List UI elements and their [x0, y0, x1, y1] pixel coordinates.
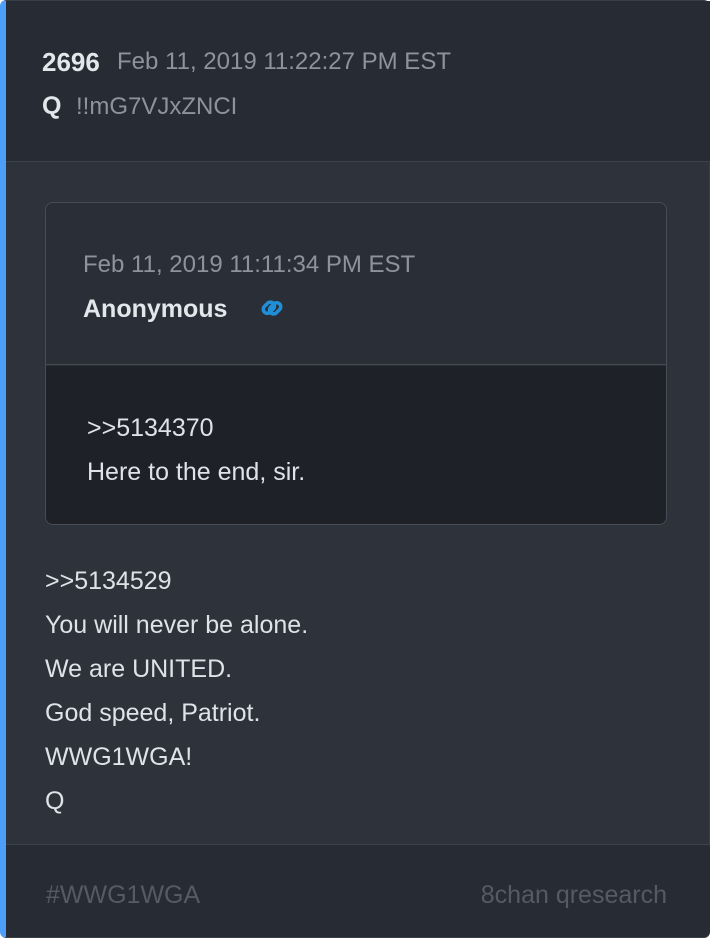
message-signature: Q: [45, 787, 65, 815]
post-number[interactable]: 2696: [42, 47, 100, 78]
message-line: WWG1WGA!: [45, 743, 193, 771]
source-label: 8chan qresearch: [480, 881, 667, 909]
post-timestamp: Feb 11, 2019 11:22:27 PM EST: [117, 48, 451, 75]
quoted-post: Feb 11, 2019 11:11:34 PM EST Anonymous >…: [45, 202, 667, 525]
link-icon[interactable]: [257, 293, 287, 323]
quoted-post-reference[interactable]: >>5134370: [87, 414, 214, 443]
quoted-post-text: Here to the end, sir.: [87, 458, 306, 486]
post-header: 2696 Feb 11, 2019 11:22:27 PM EST Q !!mG…: [6, 1, 710, 162]
quoted-post-body: >>5134370 Here to the end, sir.: [46, 366, 666, 524]
message-line: God speed, Patriot.: [45, 699, 261, 727]
message-reference[interactable]: >>5134529: [45, 567, 172, 596]
message-line: You will never be alone.: [45, 611, 309, 639]
q-post-card: 2696 Feb 11, 2019 11:22:27 PM EST Q !!mG…: [0, 0, 710, 938]
author-name: Q: [42, 92, 62, 120]
quoted-post-author: Anonymous: [83, 295, 228, 323]
message-line: We are UNITED.: [45, 655, 233, 683]
hashtag-label: #WWG1WGA: [46, 881, 201, 909]
post-footer: #WWG1WGA 8chan qresearch: [6, 844, 710, 937]
quoted-post-timestamp: Feb 11, 2019 11:11:34 PM EST: [83, 251, 416, 278]
quoted-post-header: Feb 11, 2019 11:11:34 PM EST Anonymous: [46, 203, 666, 365]
author-tripcode: !!mG7VJxZNCI: [76, 93, 238, 120]
